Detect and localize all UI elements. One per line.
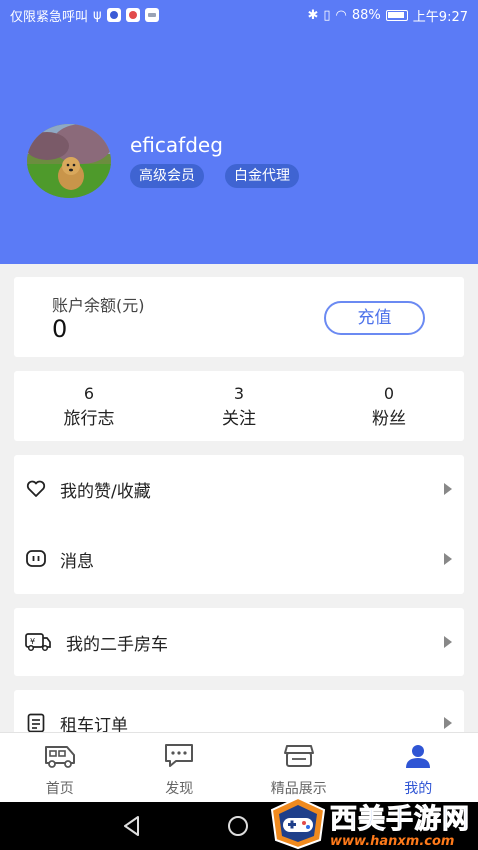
chevron-right-icon <box>444 636 452 648</box>
tab-home[interactable]: 首页 <box>0 733 120 802</box>
tab-label: 发现 <box>165 781 194 797</box>
carrier-text: 仅限紧急呼叫 <box>10 9 89 25</box>
tab-label: 精品展示 <box>270 781 327 797</box>
message-notification-icon <box>144 8 159 22</box>
stat-count: 6 <box>83 383 95 403</box>
agent-level-badge: 白金代理 <box>225 164 299 188</box>
tab-label: 首页 <box>45 781 74 797</box>
tab-showcase[interactable]: 精品展示 <box>239 733 359 802</box>
menu-group-rv: ¥ 我的二手房车 <box>14 608 464 676</box>
battery-percent: 88% <box>351 7 381 23</box>
order-icon <box>25 712 47 734</box>
rv-home-icon <box>43 742 77 770</box>
tab-label: 我的 <box>404 781 433 797</box>
site-watermark: 西美手游网 www.hanxm.com <box>268 796 478 850</box>
member-level-badge: 高级会员 <box>130 164 204 188</box>
battery-icon <box>385 9 408 21</box>
menu-item-used-rv[interactable]: ¥ 我的二手房车 <box>14 612 464 672</box>
map-notification-icon <box>125 8 140 22</box>
back-icon[interactable] <box>120 814 144 838</box>
gamepad-logo-icon <box>270 796 326 850</box>
watermark-url: www.hanxm.com <box>330 834 455 849</box>
stat-count: 0 <box>383 383 395 403</box>
home-circle-icon[interactable] <box>227 815 249 837</box>
wifi-icon: ◠ <box>335 7 347 23</box>
heart-icon <box>25 478 47 500</box>
stats-card: 6 旅行志 3 关注 0 粉丝 <box>14 371 464 441</box>
menu-group-social: 我的赞/收藏 消息 <box>14 455 464 594</box>
person-icon <box>401 742 435 770</box>
app-notification-icon <box>106 8 121 22</box>
stat-travel-notes[interactable]: 6 旅行志 <box>14 371 164 441</box>
status-bar: 仅限紧急呼叫 ψ ✱ ▯ ◠ 88% 上午9:27 <box>0 0 478 30</box>
bluetooth-icon: ✱ <box>307 7 319 23</box>
showcase-icon <box>282 742 316 770</box>
tab-discover[interactable]: 发现 <box>120 733 240 802</box>
watermark-title: 西美手游网 <box>330 804 470 836</box>
avatar[interactable] <box>27 124 111 198</box>
stat-label: 粉丝 <box>372 408 406 429</box>
menu-item-likes[interactable]: 我的赞/收藏 <box>14 459 464 519</box>
stat-count: 3 <box>233 383 245 403</box>
menu-item-label: 消息 <box>60 551 94 572</box>
menu-item-label: 我的二手房车 <box>66 634 168 655</box>
stat-label: 旅行志 <box>63 408 115 429</box>
balance-card: 账户余额(元) 0 充值 <box>14 277 464 357</box>
chevron-right-icon <box>444 717 452 729</box>
rv-trade-icon: ¥ <box>25 631 51 653</box>
profile-header: eficafdeg 高级会员 白金代理 <box>0 0 478 264</box>
usb-icon: ψ <box>93 7 102 23</box>
vibrate-icon: ▯ <box>323 7 331 23</box>
stat-label: 关注 <box>222 408 256 429</box>
username: eficafdeg <box>130 133 223 157</box>
chat-discover-icon <box>162 742 196 770</box>
menu-item-label: 我的赞/收藏 <box>60 481 151 502</box>
tab-mine[interactable]: 我的 <box>359 733 478 802</box>
chevron-right-icon <box>444 483 452 495</box>
balance-label: 账户余额(元) <box>52 296 145 315</box>
stat-following[interactable]: 3 关注 <box>164 371 314 441</box>
stat-followers[interactable]: 0 粉丝 <box>314 371 464 441</box>
chevron-right-icon <box>444 553 452 565</box>
recharge-button[interactable]: 充值 <box>324 301 425 335</box>
svg-text:¥: ¥ <box>30 637 35 646</box>
bottom-nav: 首页 发现 精品展示 我的 <box>0 732 478 802</box>
balance-value: 0 <box>52 315 68 343</box>
menu-item-messages[interactable]: 消息 <box>14 529 464 589</box>
message-icon <box>25 548 47 570</box>
clock: 上午9:27 <box>412 9 468 25</box>
